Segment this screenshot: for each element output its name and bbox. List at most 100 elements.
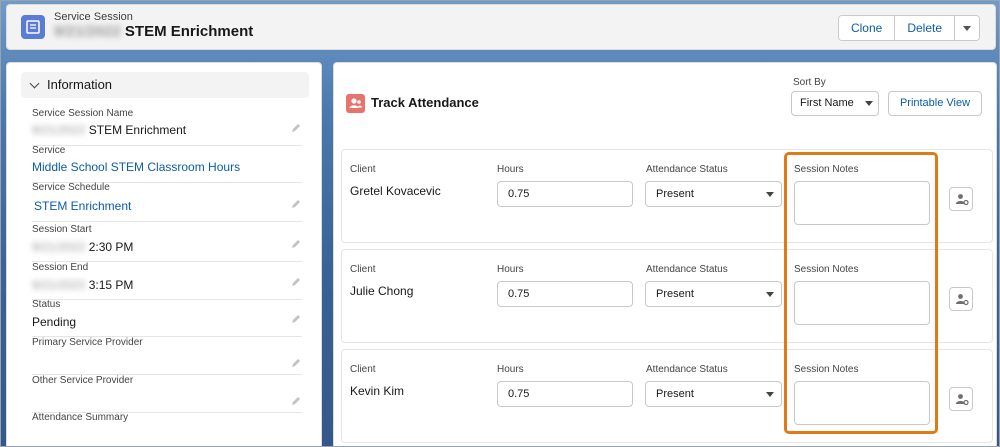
client-label: Client: [350, 164, 376, 175]
blurred-date: 9/21/2022: [54, 23, 121, 40]
edit-pencil-icon[interactable]: [290, 395, 302, 407]
page-title: 9/21/2022 STEM Enrichment: [54, 23, 253, 40]
information-section-title: Information: [47, 77, 113, 92]
information-panel: Information Service Session Name 9/21/20…: [6, 62, 322, 446]
chevron-down-icon: [29, 78, 40, 89]
client-detail-button[interactable]: [949, 387, 973, 411]
hours-input[interactable]: 0.75: [497, 381, 633, 407]
field-label: Primary Service Provider: [32, 337, 143, 348]
session-notes-textarea[interactable]: [794, 281, 930, 325]
attendance-status-label: Attendance Status: [646, 164, 728, 175]
status-value: Present: [656, 388, 694, 400]
clone-button[interactable]: Clone: [838, 16, 896, 40]
blurred-date: 9/21/2022: [32, 278, 86, 292]
client-detail-button[interactable]: [949, 187, 973, 211]
field-status: Status Pending: [32, 299, 302, 337]
session-notes-label: Session Notes: [794, 164, 859, 175]
attendance-status-label: Attendance Status: [646, 264, 728, 275]
field-attendance-summary: Attendance Summary: [32, 412, 302, 446]
chevron-down-icon: [766, 392, 774, 397]
field-label: Service: [32, 145, 66, 156]
person-gear-icon: [956, 194, 969, 206]
chevron-down-icon: [766, 292, 774, 297]
track-attendance-panel: Track Attendance Sort By First Name Prin…: [333, 62, 997, 446]
edit-pencil-icon[interactable]: [290, 313, 302, 325]
field-other-service-provider: Other Service Provider: [32, 375, 302, 413]
field-service: Service Middle School STEM Classroom Hou…: [32, 145, 302, 183]
sort-by-select[interactable]: First Name: [791, 91, 879, 116]
field-value: 9/21/2022 3:15 PM: [32, 278, 133, 292]
field-value: 9/21/2022 2:30 PM: [32, 240, 133, 254]
person-gear-icon: [956, 294, 969, 306]
field-service-schedule: Service Schedule STEM Enrichment: [32, 182, 302, 222]
field-value-text: 2:30 PM: [88, 240, 134, 254]
client-label: Client: [350, 264, 376, 275]
field-label: Session Start: [32, 224, 92, 235]
client-name: Gretel Kovacevic: [350, 184, 441, 198]
service-schedule-link[interactable]: STEM Enrichment: [34, 199, 131, 213]
status-value: Present: [656, 288, 694, 300]
sort-by-value: First Name: [800, 97, 854, 109]
header-actions: Clone Delete: [837, 15, 980, 41]
hours-input[interactable]: 0.75: [497, 181, 633, 207]
field-label: Service Session Name: [32, 108, 134, 119]
attendance-status-label: Attendance Status: [646, 364, 728, 375]
status-value: Pending: [32, 315, 77, 329]
record-header: Service Session 9/21/2022 STEM Enrichmen…: [6, 4, 996, 50]
service-link[interactable]: Middle School STEM Classroom Hours: [32, 160, 240, 174]
blurred-date: 9/21/2022: [32, 123, 86, 137]
hours-label: Hours: [497, 264, 524, 275]
field-value-text: 3:15 PM: [88, 278, 134, 292]
attendance-row: Client Hours Attendance Status Session N…: [341, 149, 993, 243]
track-attendance-title: Track Attendance: [371, 95, 479, 110]
client-name: Kevin Kim: [350, 384, 405, 398]
page-title-text: STEM Enrichment: [124, 23, 254, 40]
session-notes-label: Session Notes: [794, 364, 859, 375]
field-label: Attendance Summary: [32, 412, 129, 423]
edit-pencil-icon[interactable]: [290, 357, 302, 369]
client-label: Client: [350, 364, 376, 375]
field-value: 9/21/2022 STEM Enrichment: [32, 123, 186, 137]
page-background: Service Session 9/21/2022 STEM Enrichmen…: [0, 0, 1000, 447]
attendance-row: Client Hours Attendance Status Session N…: [341, 349, 993, 443]
attendance-status-select[interactable]: Present: [645, 281, 782, 307]
status-value: Present: [656, 188, 694, 200]
object-type-label: Service Session: [54, 11, 133, 23]
attendance-status-select[interactable]: Present: [645, 181, 782, 207]
field-label: Session End: [32, 262, 89, 273]
attendance-people-icon: [346, 94, 365, 113]
blurred-date: 9/21/2022: [32, 240, 86, 254]
hours-label: Hours: [497, 364, 524, 375]
information-section-toggle[interactable]: Information: [21, 72, 309, 98]
edit-pencil-icon[interactable]: [290, 238, 302, 250]
session-notes-label: Session Notes: [794, 264, 859, 275]
session-notes-textarea[interactable]: [794, 381, 930, 425]
field-label: Other Service Provider: [32, 375, 134, 386]
person-gear-icon: [956, 394, 969, 406]
printable-view-button[interactable]: Printable View: [888, 91, 982, 116]
field-value-text: STEM Enrichment: [88, 123, 187, 137]
attendance-status-select[interactable]: Present: [645, 381, 782, 407]
service-session-icon: [21, 15, 45, 39]
field-label: Service Schedule: [32, 182, 110, 193]
field-session-end: Session End 9/21/2022 3:15 PM: [32, 262, 302, 300]
hours-label: Hours: [497, 164, 524, 175]
sort-by-label: Sort By: [793, 77, 826, 88]
edit-pencil-icon[interactable]: [290, 276, 302, 288]
field-session-start: Session Start 9/21/2022 2:30 PM: [32, 224, 302, 262]
chevron-down-icon: [963, 26, 971, 31]
delete-button[interactable]: Delete: [895, 16, 955, 40]
session-notes-textarea[interactable]: [794, 181, 930, 225]
attendance-row: Client Hours Attendance Status Session N…: [341, 249, 993, 343]
edit-pencil-icon[interactable]: [290, 122, 302, 134]
hours-input[interactable]: 0.75: [497, 281, 633, 307]
field-service-session-name: Service Session Name 9/21/2022 STEM Enri…: [32, 108, 302, 146]
chevron-down-icon: [766, 192, 774, 197]
field-primary-service-provider: Primary Service Provider: [32, 337, 302, 375]
edit-pencil-icon[interactable]: [290, 198, 302, 210]
field-label: Status: [32, 299, 61, 310]
client-detail-button[interactable]: [949, 287, 973, 311]
more-actions-button[interactable]: [955, 16, 979, 40]
chevron-down-icon: [865, 101, 873, 106]
client-name: Julie Chong: [350, 284, 414, 298]
